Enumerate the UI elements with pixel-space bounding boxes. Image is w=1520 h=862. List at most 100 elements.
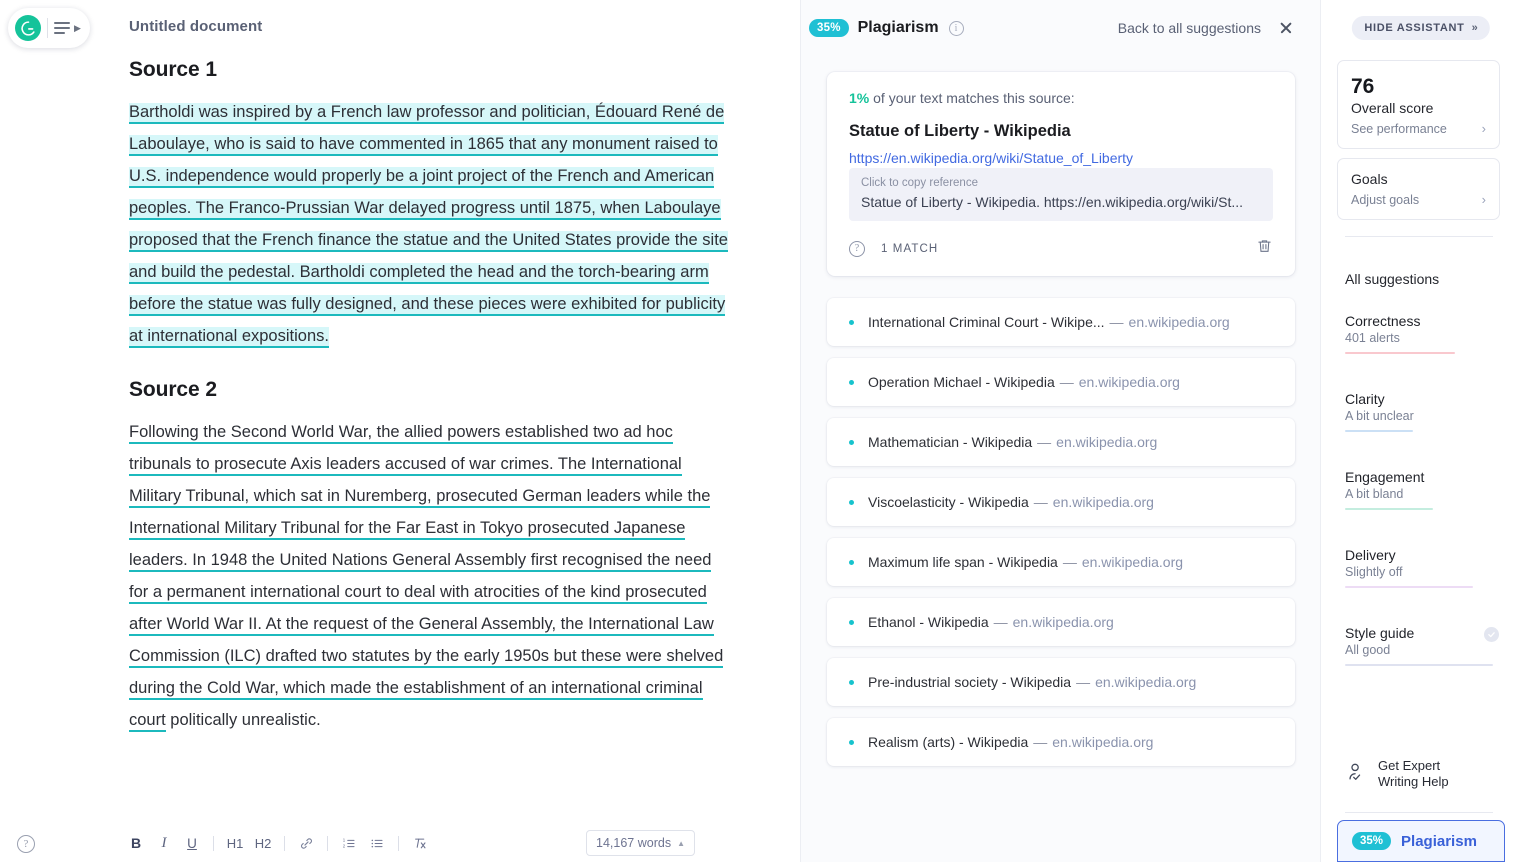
- matched-source-card[interactable]: 1% of your text matches this source: Sta…: [827, 72, 1295, 276]
- question-mark-icon[interactable]: ?: [849, 240, 865, 257]
- pill-divider: [47, 18, 48, 38]
- source-1-paragraph[interactable]: Bartholdi was inspired by a French law p…: [129, 96, 729, 352]
- section-heading-source-2: Source 2: [129, 378, 217, 401]
- category-delivery[interactable]: Delivery Slightly off: [1345, 547, 1493, 588]
- see-performance-row[interactable]: See performance ›: [1351, 121, 1486, 136]
- hide-assistant-button[interactable]: HIDE ASSISTANT »: [1351, 16, 1490, 40]
- expert-help-line2: Writing Help: [1378, 774, 1449, 789]
- overall-score-value: 76: [1351, 75, 1375, 98]
- person-check-icon: [1345, 761, 1367, 788]
- suggestion-list: International Criminal Court - Wikipe...…: [809, 298, 1313, 766]
- plagiarism-header: 35% Plagiarism i Back to all suggestions: [801, 0, 1321, 56]
- category-status: All good: [1345, 643, 1391, 657]
- bulleted-list-icon[interactable]: [363, 832, 391, 854]
- suggestion-domain: en.wikipedia.org: [1128, 314, 1230, 330]
- suggestion-list-item[interactable]: Pre-industrial society - Wikipedia — en.wi…: [827, 658, 1295, 706]
- hide-assistant-label: HIDE ASSISTANT: [1364, 22, 1465, 34]
- sidebar-divider: [1345, 236, 1493, 237]
- overall-score-card[interactable]: 76 Overall score See performance ›: [1337, 60, 1500, 150]
- suggestion-list-item[interactable]: Realism (arts) - Wikipedia — en.wikipedia.…: [827, 718, 1295, 766]
- editor-pane: ▶ Untitled document Source 1 Bartholdi w…: [0, 0, 800, 862]
- suggestion-title: Operation Michael - Wikipedia: [868, 374, 1055, 390]
- heading1-button[interactable]: H1: [221, 832, 249, 854]
- suggestion-list-item[interactable]: International Criminal Court - Wikipe...…: [827, 298, 1295, 346]
- category-name: Engagement: [1345, 469, 1425, 485]
- match-count-label: 1 MATCH: [881, 242, 939, 255]
- category-name: Correctness: [1345, 313, 1421, 329]
- category-status: A bit bland: [1345, 487, 1404, 501]
- grammarly-logo-icon[interactable]: [15, 15, 41, 41]
- source-card-footer: ? 1 MATCH: [849, 237, 1273, 260]
- get-expert-writing-help-button[interactable]: Get Expert Writing Help: [1345, 758, 1449, 790]
- info-icon[interactable]: i: [948, 20, 964, 36]
- suggestion-domain: en.wikipedia.org: [1052, 734, 1154, 750]
- adjust-goals-row[interactable]: Adjust goals ›: [1351, 192, 1486, 207]
- bullet-icon: [849, 499, 854, 505]
- category-correctness[interactable]: Correctness 401 alerts: [1345, 313, 1493, 354]
- suggestion-dash: —: [1059, 374, 1074, 390]
- source-2-paragraph[interactable]: Following the Second World War, the alli…: [129, 416, 729, 736]
- category-name: Clarity: [1345, 391, 1385, 407]
- suggestion-dash: —: [1033, 494, 1048, 510]
- toolbar-divider: [213, 835, 214, 851]
- source-url-link[interactable]: https://en.wikipedia.org/wiki/Statue_of_…: [849, 150, 1133, 166]
- bold-button[interactable]: B: [122, 832, 150, 854]
- suggestion-title: Ethanol - Wikipedia: [868, 614, 989, 630]
- caret-up-icon: ▲: [677, 838, 685, 848]
- suggestions-pane: 35% Plagiarism i Back to all suggestions…: [800, 0, 1321, 862]
- suggestion-dash: —: [1062, 554, 1077, 570]
- numbered-list-icon[interactable]: 1 2: [335, 832, 363, 854]
- suggestion-dash: —: [1109, 314, 1124, 330]
- suggestion-domain: en.wikipedia.org: [1081, 554, 1184, 570]
- link-icon[interactable]: [292, 832, 320, 854]
- word-count-label: 14,167 words: [596, 836, 672, 850]
- document-title[interactable]: Untitled document: [129, 18, 262, 35]
- bullet-icon: [849, 619, 854, 625]
- svg-text:2: 2: [343, 843, 346, 848]
- category-style-guide[interactable]: Style guide All good: [1345, 625, 1499, 666]
- underline-button[interactable]: U: [178, 832, 206, 854]
- suggestion-list-item[interactable]: Mathematician - Wikipedia — en.wikipedia.o…: [827, 418, 1295, 466]
- category-engagement[interactable]: Engagement A bit bland: [1345, 469, 1493, 510]
- chevron-right-icon: ›: [1481, 192, 1486, 207]
- plagiarism-tab-button[interactable]: 35% Plagiarism: [1337, 820, 1505, 862]
- sidebar-divider-bottom: [1345, 812, 1493, 813]
- section-heading-source-1: Source 1: [129, 58, 217, 81]
- suggestion-title: International Criminal Court - Wikipe...: [868, 314, 1105, 330]
- copy-reference-box[interactable]: Click to copy reference Statue of Libert…: [849, 168, 1273, 221]
- double-chevron-right-icon: »: [1471, 22, 1478, 34]
- plagiarism-highlight-1[interactable]: Bartholdi was inspired by a French law p…: [129, 103, 728, 348]
- trash-icon[interactable]: [1256, 237, 1273, 260]
- bullet-icon: [849, 439, 854, 445]
- document-body[interactable]: Source 1 Bartholdi was inspired by a Fre…: [129, 58, 729, 736]
- suggestion-domain: en.wikipedia.org: [1078, 374, 1180, 390]
- plagiarism-tab-label: Plagiarism: [1401, 832, 1477, 850]
- see-performance-label: See performance: [1351, 121, 1447, 136]
- close-icon[interactable]: [1279, 21, 1293, 35]
- menu-button[interactable]: ▶: [54, 22, 81, 34]
- logo-menu-pill[interactable]: ▶: [8, 8, 90, 48]
- heading2-button[interactable]: H2: [249, 832, 277, 854]
- suggestion-list-item[interactable]: Ethanol - Wikipedia — en.wikipedia.org: [827, 598, 1295, 646]
- word-count-button[interactable]: 14,167 words ▲: [586, 830, 695, 856]
- suggestion-dash: —: [1076, 674, 1091, 690]
- bullet-icon: [849, 319, 854, 325]
- italic-button[interactable]: I: [150, 832, 178, 854]
- bullet-icon: [849, 739, 854, 745]
- panel-title: Plagiarism: [857, 19, 939, 36]
- chevron-right-icon: ▶: [74, 22, 81, 33]
- plagiarism-tab-percent: 35%: [1352, 832, 1392, 850]
- category-clarity[interactable]: Clarity A bit unclear: [1345, 391, 1493, 432]
- plagiarism-underline-2[interactable]: Following the Second World War, the alli…: [129, 423, 724, 732]
- suggestion-list-item[interactable]: Maximum life span - Wikipedia — en.wikiped…: [827, 538, 1295, 586]
- all-suggestions-label[interactable]: All suggestions: [1345, 271, 1439, 287]
- assistant-sidebar: HIDE ASSISTANT » 76 Overall score See pe…: [1320, 0, 1520, 862]
- clear-formatting-icon[interactable]: [406, 832, 434, 854]
- suggestions-scroll-area[interactable]: 1% of your text matches this source: Sta…: [801, 56, 1321, 862]
- goals-card[interactable]: Goals Adjust goals ›: [1337, 158, 1500, 220]
- suggestion-list-item[interactable]: Viscoelasticity - Wikipedia — en.wikipedia…: [827, 478, 1295, 526]
- category-name: Delivery: [1345, 547, 1396, 563]
- suggestion-list-item[interactable]: Operation Michael - Wikipedia — en.wikiped…: [827, 358, 1295, 406]
- back-to-all-suggestions-link[interactable]: Back to all suggestions: [1118, 20, 1261, 36]
- help-icon[interactable]: ?: [17, 835, 35, 853]
